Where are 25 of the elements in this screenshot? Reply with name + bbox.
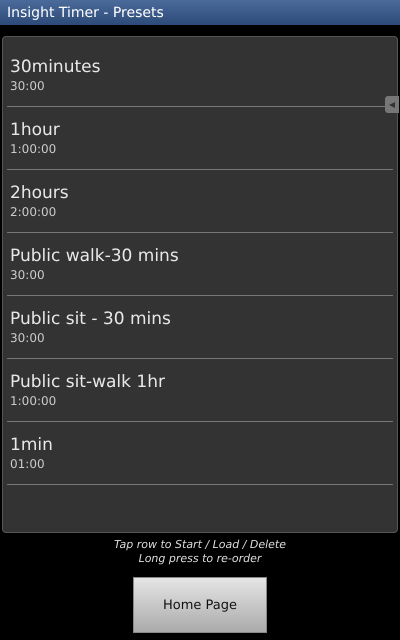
preset-row[interactable]: Public walk-30 mins 30:00	[7, 233, 393, 296]
drawer-handle[interactable]	[385, 96, 399, 113]
preset-duration: 30:00	[10, 267, 46, 283]
preset-duration: 30:00	[10, 78, 46, 94]
window-title: Insight Timer - Presets	[7, 4, 164, 20]
preset-row[interactable]: 1min 01:00	[7, 422, 393, 485]
preset-duration: 1:00:00	[10, 141, 58, 157]
home-page-button[interactable]: Home Page	[133, 577, 267, 633]
preset-name: 2hours	[10, 182, 70, 204]
preset-name: 1min	[10, 434, 54, 456]
preset-row[interactable]: Public sit - 30 mins 30:00	[7, 296, 393, 359]
preset-duration: 2:00:00	[10, 204, 58, 220]
preset-name: 30minutes	[10, 56, 102, 78]
left-arrow-icon	[388, 100, 396, 108]
hint-text: Tap row to Start / Load / Delete	[114, 538, 286, 552]
hint-text: Long press to re-order	[138, 552, 262, 566]
preset-name: Public sit - 30 mins	[10, 308, 172, 330]
preset-name: 1hour	[10, 119, 61, 141]
preset-name: Public walk-30 mins	[10, 245, 180, 267]
preset-duration: 1:00:00	[10, 393, 58, 409]
preset-duration: 01:00	[10, 456, 46, 472]
preset-duration: 30:00	[10, 330, 46, 346]
preset-row[interactable]: 2hours 2:00:00	[7, 170, 393, 233]
preset-row[interactable]: Public sit-walk 1hr 1:00:00	[7, 359, 393, 422]
preset-name: Public sit-walk 1hr	[10, 371, 166, 393]
